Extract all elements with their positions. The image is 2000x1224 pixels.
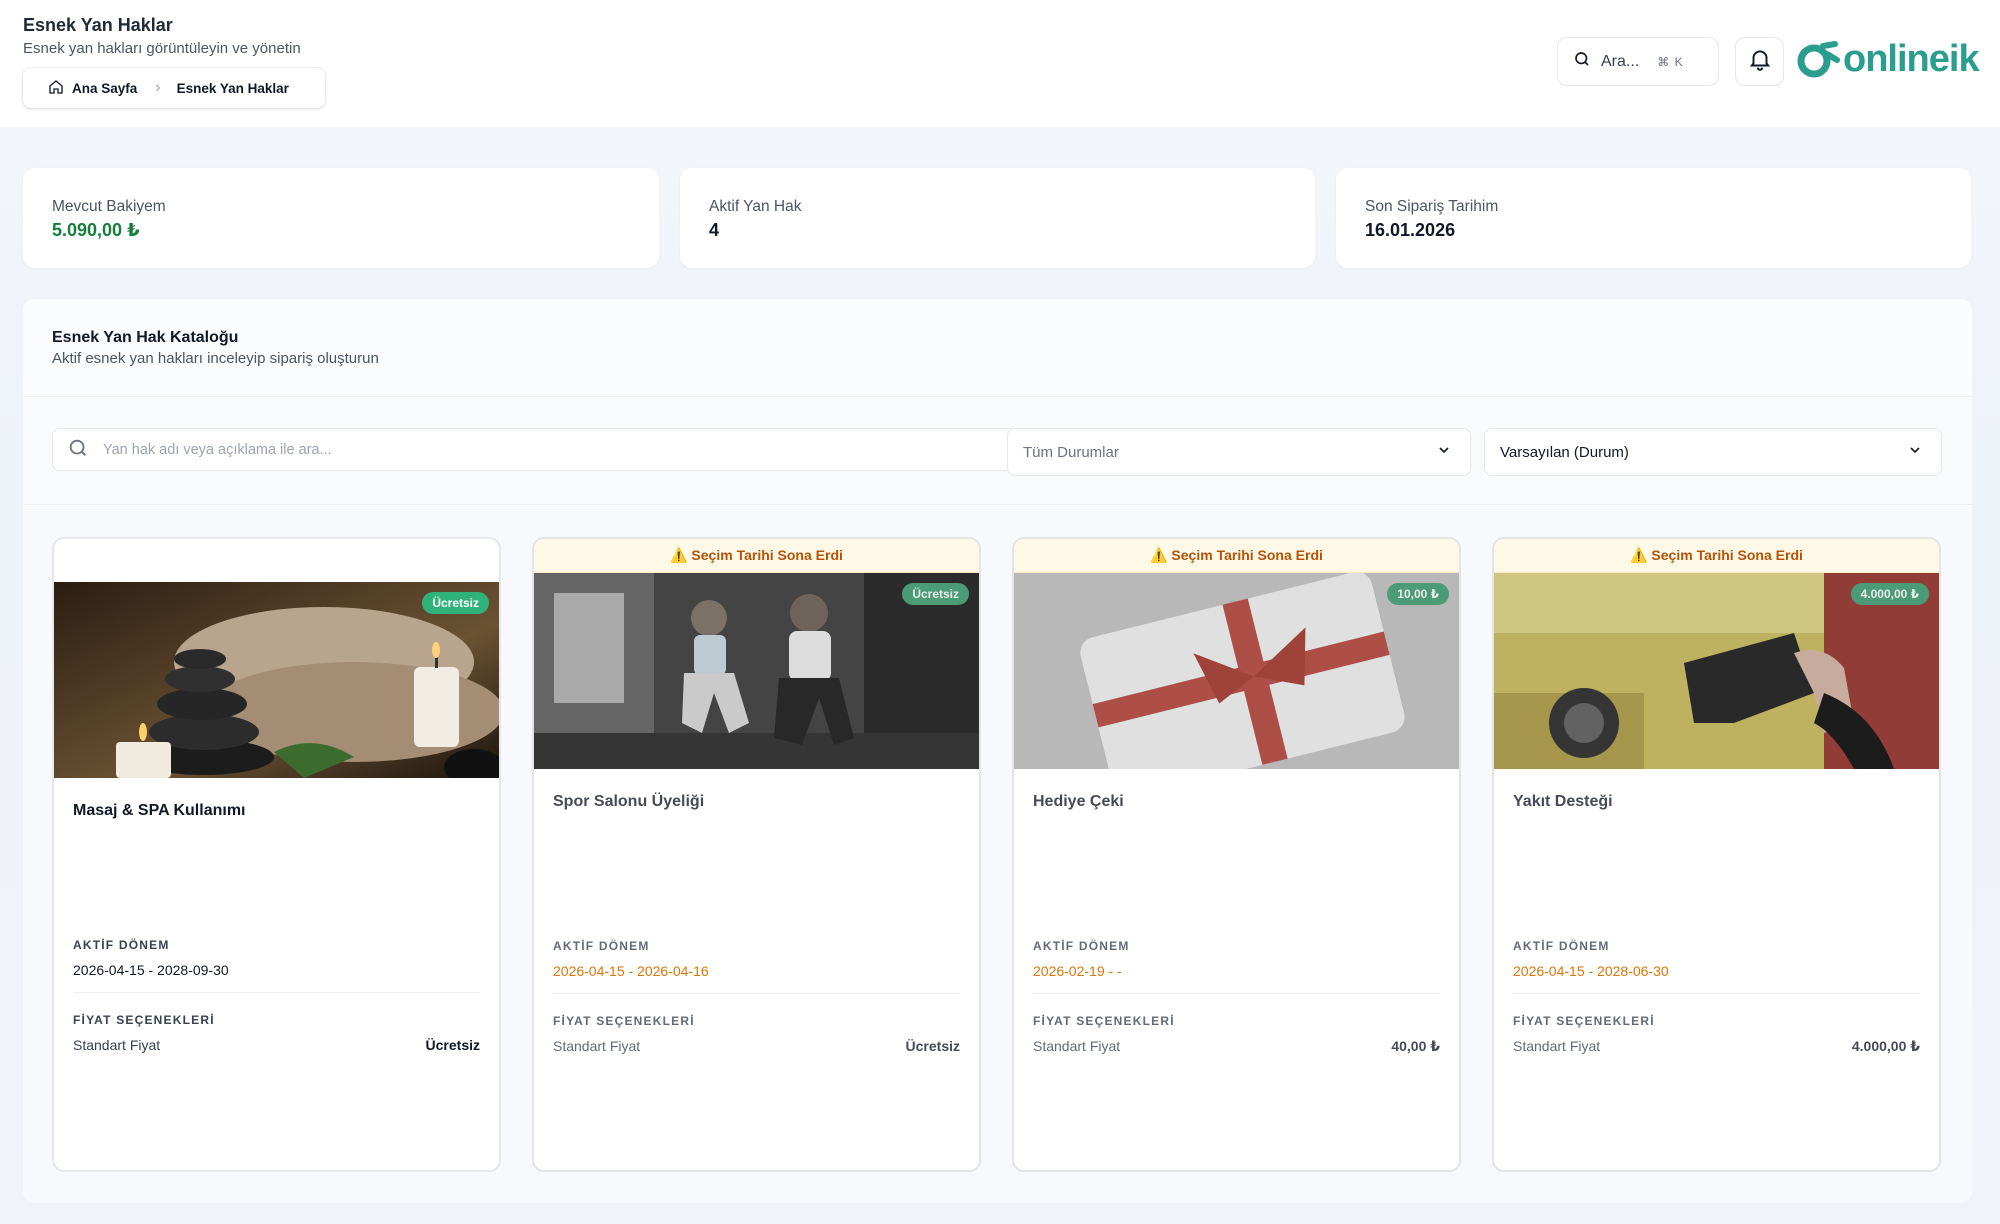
breadcrumb-home-label: Ana Sayfa [72, 80, 138, 96]
stat-value: 5.090,00 ₺ [52, 220, 140, 240]
page-title: Esnek Yan Haklar [23, 15, 173, 35]
stat-value: 16.01.2026 [1365, 220, 1456, 240]
price-option-name: Standart Fiyat [1513, 1038, 1601, 1054]
benefit-image-gift: 10,00 ₺ [1014, 573, 1459, 769]
divider [1033, 993, 1440, 994]
divider [73, 992, 480, 993]
search-placeholder: Yan hak adı veya açıklama ile ara... [103, 441, 332, 458]
period-value: 2026-02-19 - - [1033, 963, 1122, 979]
benefit-cards-grid: Ücretsiz Masaj & SPA Kullanımı AKTİF DÖN… [23, 506, 1972, 1203]
notifications-button[interactable] [1735, 37, 1784, 86]
price-option-row: Standart Fiyat 4.000,00 ₺ [1513, 1038, 1920, 1055]
period-label: AKTİF DÖNEM [73, 938, 170, 952]
price-options-label: FİYAT SEÇENEKLERİ [73, 1013, 215, 1027]
price-option-row: Standart Fiyat 40,00 ₺ [1033, 1038, 1440, 1055]
breadcrumb-home[interactable]: Ana Sayfa [48, 79, 137, 98]
catalog-subtitle: Aktif esnek yan hakları inceleyip sipari… [52, 350, 379, 367]
brand-mark-icon [1797, 40, 1840, 77]
stat-value: 4 [709, 220, 720, 240]
sort-value: Varsayılan (Durum) [1500, 443, 1629, 461]
benefit-title: Spor Salonu Üyeliği [553, 793, 705, 810]
stat-label: Aktif Yan Hak [709, 198, 802, 215]
price-option-name: Standart Fiyat [73, 1037, 161, 1053]
search-label: Ara... [1601, 52, 1640, 70]
period-value: 2026-04-15 - 2026-04-16 [553, 963, 709, 979]
stat-label: Mevcut Bakiyem [52, 198, 166, 215]
period-label: AKTİF DÖNEM [1513, 939, 1610, 953]
benefit-image-fuel: 4.000,00 ₺ [1494, 573, 1939, 769]
chevron-down-icon [1907, 442, 1923, 462]
benefit-image-spa: Ücretsiz [54, 582, 499, 778]
divider [1513, 993, 1920, 994]
chevron-right-icon: › [155, 79, 161, 96]
benefit-title: Masaj & SPA Kullanımı [73, 802, 246, 819]
chevron-down-icon [1436, 442, 1452, 462]
price-options-label: FİYAT SEÇENEKLERİ [553, 1014, 695, 1028]
sort-select[interactable]: Varsayılan (Durum) [1484, 428, 1942, 476]
global-search-button[interactable]: Ara... ⌘ K [1557, 37, 1719, 86]
benefit-title: Yakıt Desteği [1513, 793, 1613, 810]
price-option-row: Standart Fiyat Ücretsiz [73, 1037, 480, 1053]
price-option-value: Ücretsiz [425, 1037, 480, 1053]
price-badge: 4.000,00 ₺ [1850, 583, 1929, 605]
benefit-title: Hediye Çeki [1033, 793, 1124, 810]
period-value: 2026-04-15 - 2028-06-30 [1513, 963, 1669, 979]
period-label: AKTİF DÖNEM [553, 939, 650, 953]
catalog-header: Esnek Yan Hak Kataloğu Aktif esnek yan h… [23, 299, 1972, 397]
benefit-card-gym[interactable]: ⚠️ Seçim Tarihi Sona Erdi Ücretsiz Spor … [532, 537, 981, 1172]
page-subtitle: Esnek yan hakları görüntüleyin ve yöneti… [23, 40, 301, 57]
period-value: 2026-04-15 - 2028-09-30 [73, 962, 229, 978]
status-filter-value: Tüm Durumlar [1023, 443, 1119, 461]
top-header: Esnek Yan Haklar Esnek yan hakları görün… [0, 0, 2000, 127]
price-options-label: FİYAT SEÇENEKLERİ [1513, 1014, 1655, 1028]
price-badge: 10,00 ₺ [1387, 583, 1449, 605]
catalog-filters: Yan hak adı veya açıklama ile ara... Tüm… [23, 398, 1972, 505]
catalog-title: Esnek Yan Hak Kataloğu [52, 329, 239, 346]
benefit-card-gift[interactable]: ⚠️ Seçim Tarihi Sona Erdi 10,00 ₺ Hediye… [1012, 537, 1461, 1172]
search-icon [67, 437, 89, 463]
home-icon [48, 79, 64, 98]
breadcrumb: Ana Sayfa › Esnek Yan Haklar [23, 68, 325, 108]
expired-warning: ⚠️ Seçim Tarihi Sona Erdi [1494, 539, 1939, 573]
search-icon [1573, 50, 1591, 73]
catalog-search-input[interactable]: Yan hak adı veya açıklama ile ara... [52, 428, 1017, 471]
price-options-label: FİYAT SEÇENEKLERİ [1033, 1014, 1175, 1028]
bell-icon [1747, 46, 1773, 77]
benefit-image-gym: Ücretsiz [534, 573, 979, 769]
price-option-name: Standart Fiyat [553, 1038, 641, 1054]
price-badge: Ücretsiz [902, 583, 969, 605]
breadcrumb-current: Esnek Yan Haklar [176, 80, 289, 96]
stat-card-active-benefits: Aktif Yan Hak 4 [680, 168, 1315, 268]
status-filter-select[interactable]: Tüm Durumlar [1007, 428, 1471, 476]
stat-card-last-order: Son Sipariş Tarihim 16.01.2026 [1336, 168, 1971, 268]
price-option-row: Standart Fiyat Ücretsiz [553, 1038, 960, 1054]
brand-name: onlineik [1843, 38, 1980, 80]
period-label: AKTİF DÖNEM [1033, 939, 1130, 953]
stat-card-balance: Mevcut Bakiyem 5.090,00 ₺ [23, 168, 659, 268]
benefit-card-fuel[interactable]: ⚠️ Seçim Tarihi Sona Erdi 4.000,00 ₺ Yak… [1492, 537, 1941, 1172]
catalog-panel: Esnek Yan Hak Kataloğu Aktif esnek yan h… [23, 299, 1972, 1203]
price-option-value: Ücretsiz [905, 1038, 960, 1054]
price-option-value: 4.000,00 ₺ [1851, 1038, 1920, 1054]
benefit-card-spa[interactable]: Ücretsiz Masaj & SPA Kullanımı AKTİF DÖN… [52, 537, 501, 1172]
price-option-name: Standart Fiyat [1033, 1038, 1121, 1054]
brand-logo[interactable]: onlineik [1797, 38, 1980, 81]
expired-warning: ⚠️ Seçim Tarihi Sona Erdi [534, 539, 979, 573]
expired-warning: ⚠️ Seçim Tarihi Sona Erdi [1014, 539, 1459, 573]
search-shortcut: ⌘ K [1657, 54, 1684, 69]
price-badge: Ücretsiz [422, 592, 489, 614]
divider [553, 993, 960, 994]
price-option-value: 40,00 ₺ [1391, 1038, 1440, 1054]
stat-label: Son Sipariş Tarihim [1365, 198, 1499, 215]
